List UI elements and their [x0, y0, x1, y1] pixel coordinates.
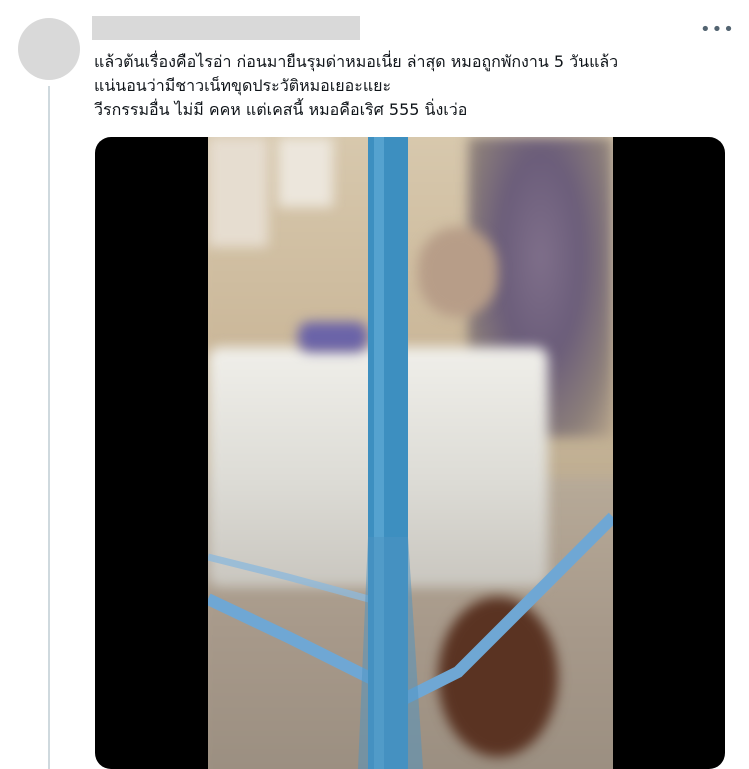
more-horizontal-icon: ••• — [700, 19, 735, 40]
tweet-text: แล้วต้นเรื่องคือไรอ่า ก่อนมายืนรุมด่าหมอ… — [94, 50, 724, 122]
tweet-text-line-3: วีรกรรมอื่น ไม่มี คคห แต่เคสนี้ หมอคือเร… — [94, 100, 468, 119]
tweet-video[interactable] — [95, 137, 725, 769]
video-frame — [208, 137, 613, 769]
tweet-text-line-2: แน่นอนว่ามีชาวเน็ทขุดประวัติหมอเยอะแยะ — [94, 76, 392, 95]
thread-line — [48, 86, 50, 769]
scene-bed-frame — [208, 137, 613, 769]
tweet-text-line-1: แล้วต้นเรื่องคือไรอ่า ก่อนมายืนรุมด่าหมอ… — [94, 52, 619, 71]
author-avatar[interactable] — [18, 18, 80, 80]
more-options-button[interactable]: ••• — [700, 18, 734, 42]
author-name-redacted[interactable] — [92, 16, 360, 40]
